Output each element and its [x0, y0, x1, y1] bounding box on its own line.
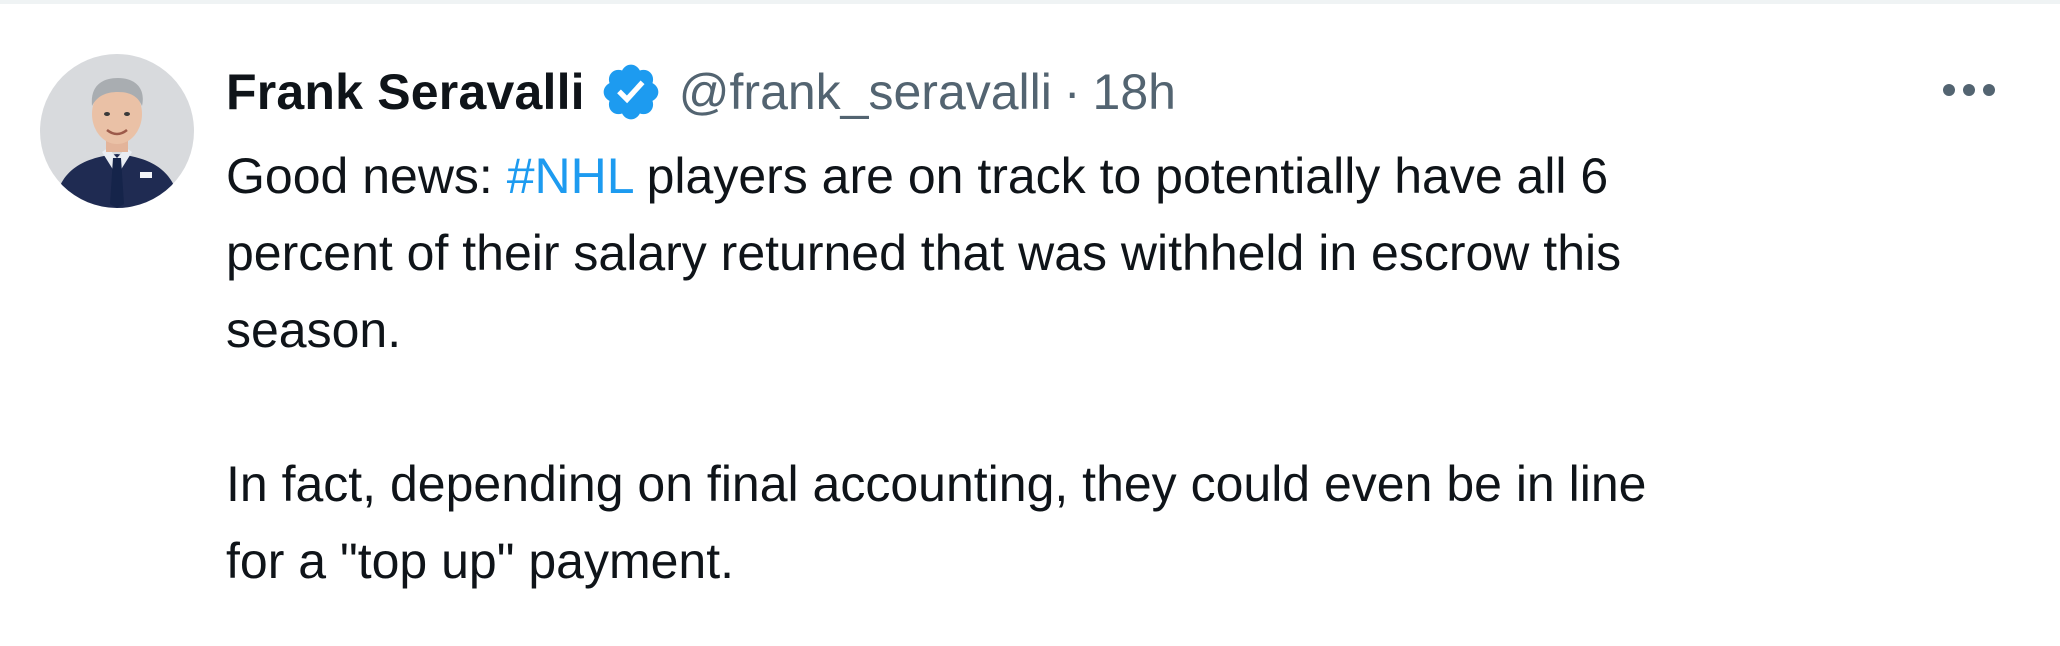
- tweet-text: Good news: #NHL players are on track to …: [226, 138, 2006, 600]
- tweet-header: Frank Seravalli @frank_seravalli · 18h: [226, 54, 1176, 130]
- author-handle[interactable]: @frank_seravalli: [679, 63, 1052, 121]
- verified-badge-icon: [599, 60, 663, 124]
- more-horizontal-icon: [1943, 84, 1995, 96]
- separator-dot: ·: [1063, 64, 1081, 120]
- tweet-text-segment: players are on track to potentially have…: [632, 148, 1609, 204]
- tweet-line: percent of their salary returned that wa…: [226, 225, 1622, 281]
- tweet-line: for a "top up" payment.: [226, 533, 735, 589]
- hashtag-link[interactable]: #NHL: [507, 148, 633, 204]
- tweet-card[interactable]: Frank Seravalli @frank_seravalli · 18h G…: [0, 0, 2060, 646]
- author-display-name[interactable]: Frank Seravalli: [226, 63, 585, 121]
- tweet-line: season.: [226, 302, 402, 358]
- profile-photo: [40, 54, 194, 208]
- avatar[interactable]: [40, 54, 194, 208]
- tweet-timestamp[interactable]: 18h: [1093, 63, 1176, 121]
- tweet-line: In fact, depending on final accounting, …: [226, 456, 1647, 512]
- tweet-text-segment: Good news:: [226, 148, 507, 204]
- tweet-line: Good news: #NHL players are on track to …: [226, 138, 2006, 215]
- more-options-button[interactable]: [1934, 62, 2004, 118]
